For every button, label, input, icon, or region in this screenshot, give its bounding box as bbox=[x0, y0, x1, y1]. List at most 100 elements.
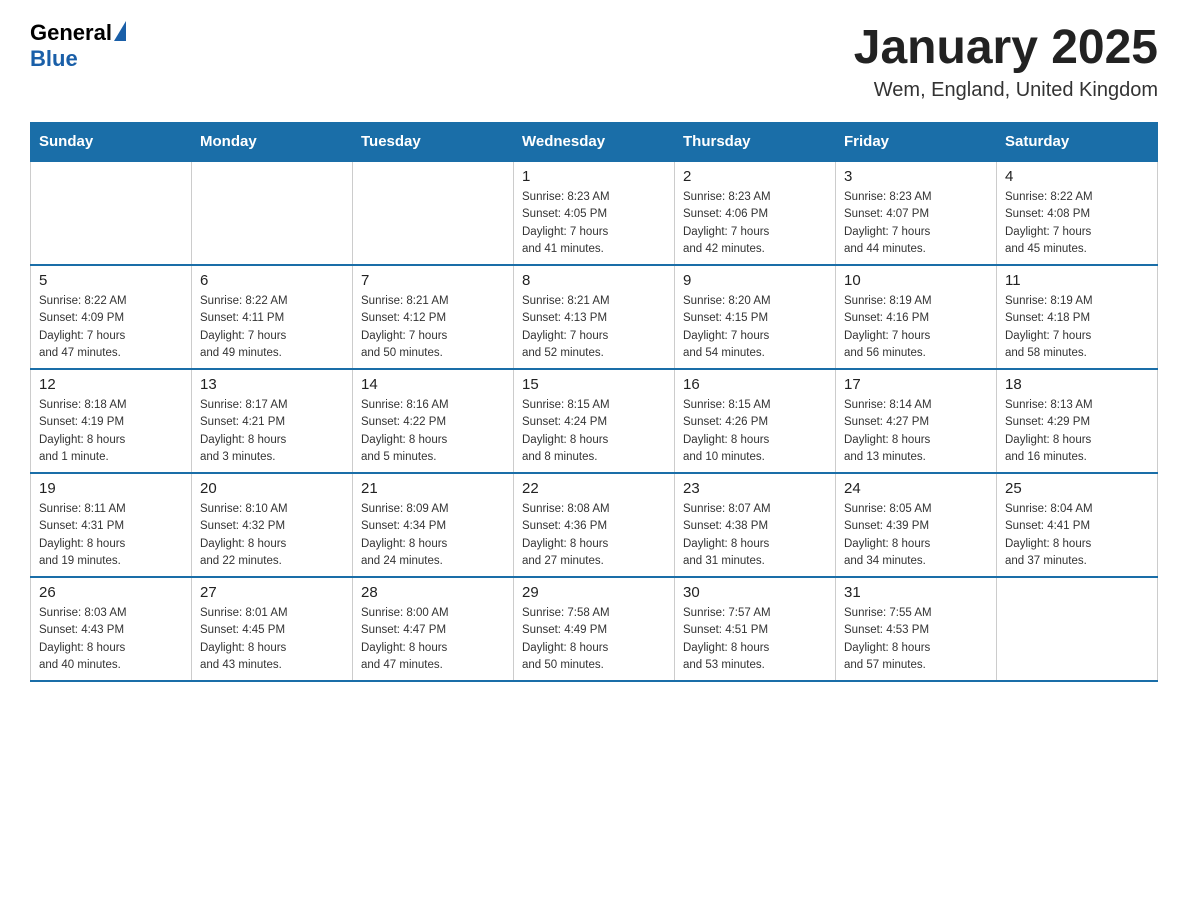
calendar-day-cell: 21 Sunrise: 8:09 AMSunset: 4:34 PMDayligh… bbox=[353, 473, 514, 577]
day-info: Sunrise: 8:22 AMSunset: 4:09 PMDaylight:… bbox=[39, 293, 183, 362]
day-number: 16 bbox=[683, 376, 827, 393]
day-info: Sunrise: 8:19 AMSunset: 4:18 PMDaylight:… bbox=[1005, 293, 1149, 362]
calendar-day-cell bbox=[353, 161, 514, 265]
day-number: 9 bbox=[683, 272, 827, 289]
calendar-day-cell: 8 Sunrise: 8:21 AMSunset: 4:13 PMDaylight… bbox=[514, 265, 675, 369]
day-number: 30 bbox=[683, 584, 827, 601]
day-number: 8 bbox=[522, 272, 666, 289]
day-info: Sunrise: 8:16 AMSunset: 4:22 PMDaylight:… bbox=[361, 397, 505, 466]
day-info: Sunrise: 8:23 AMSunset: 4:07 PMDaylight:… bbox=[844, 189, 988, 258]
month-title: January 2025 bbox=[854, 20, 1158, 75]
day-number: 26 bbox=[39, 584, 183, 601]
day-info: Sunrise: 8:14 AMSunset: 4:27 PMDaylight:… bbox=[844, 397, 988, 466]
logo-triangle-icon bbox=[114, 21, 126, 41]
day-of-week-header: Monday bbox=[192, 123, 353, 162]
page-header: General Blue January 2025 Wem, England, … bbox=[30, 20, 1158, 102]
calendar-table: SundayMondayTuesdayWednesdayThursdayFrid… bbox=[30, 122, 1158, 682]
calendar-day-cell: 1 Sunrise: 8:23 AMSunset: 4:05 PMDaylight… bbox=[514, 161, 675, 265]
day-info: Sunrise: 7:57 AMSunset: 4:51 PMDaylight:… bbox=[683, 605, 827, 674]
calendar-day-cell bbox=[192, 161, 353, 265]
day-number: 31 bbox=[844, 584, 988, 601]
day-number: 27 bbox=[200, 584, 344, 601]
day-number: 6 bbox=[200, 272, 344, 289]
day-info: Sunrise: 8:08 AMSunset: 4:36 PMDaylight:… bbox=[522, 501, 666, 570]
day-info: Sunrise: 8:15 AMSunset: 4:26 PMDaylight:… bbox=[683, 397, 827, 466]
day-info: Sunrise: 8:01 AMSunset: 4:45 PMDaylight:… bbox=[200, 605, 344, 674]
calendar-week-row: 26 Sunrise: 8:03 AMSunset: 4:43 PMDayligh… bbox=[31, 577, 1158, 681]
day-number: 24 bbox=[844, 480, 988, 497]
calendar-day-cell: 28 Sunrise: 8:00 AMSunset: 4:47 PMDayligh… bbox=[353, 577, 514, 681]
calendar-day-cell: 25 Sunrise: 8:04 AMSunset: 4:41 PMDayligh… bbox=[997, 473, 1158, 577]
day-info: Sunrise: 8:22 AMSunset: 4:11 PMDaylight:… bbox=[200, 293, 344, 362]
day-info: Sunrise: 8:19 AMSunset: 4:16 PMDaylight:… bbox=[844, 293, 988, 362]
day-number: 19 bbox=[39, 480, 183, 497]
day-number: 21 bbox=[361, 480, 505, 497]
day-info: Sunrise: 8:03 AMSunset: 4:43 PMDaylight:… bbox=[39, 605, 183, 674]
day-info: Sunrise: 8:17 AMSunset: 4:21 PMDaylight:… bbox=[200, 397, 344, 466]
day-info: Sunrise: 8:13 AMSunset: 4:29 PMDaylight:… bbox=[1005, 397, 1149, 466]
day-info: Sunrise: 8:21 AMSunset: 4:12 PMDaylight:… bbox=[361, 293, 505, 362]
day-info: Sunrise: 7:58 AMSunset: 4:49 PMDaylight:… bbox=[522, 605, 666, 674]
day-info: Sunrise: 8:11 AMSunset: 4:31 PMDaylight:… bbox=[39, 501, 183, 570]
day-number: 7 bbox=[361, 272, 505, 289]
title-section: January 2025 Wem, England, United Kingdo… bbox=[854, 20, 1158, 102]
calendar-week-row: 5 Sunrise: 8:22 AMSunset: 4:09 PMDaylight… bbox=[31, 265, 1158, 369]
day-of-week-header: Sunday bbox=[31, 123, 192, 162]
calendar-day-cell: 30 Sunrise: 7:57 AMSunset: 4:51 PMDayligh… bbox=[675, 577, 836, 681]
day-number: 1 bbox=[522, 168, 666, 185]
calendar-day-cell: 10 Sunrise: 8:19 AMSunset: 4:16 PMDayligh… bbox=[836, 265, 997, 369]
calendar-week-row: 12 Sunrise: 8:18 AMSunset: 4:19 PMDayligh… bbox=[31, 369, 1158, 473]
calendar-day-cell: 27 Sunrise: 8:01 AMSunset: 4:45 PMDayligh… bbox=[192, 577, 353, 681]
logo-general-text: General bbox=[30, 20, 112, 46]
day-info: Sunrise: 8:09 AMSunset: 4:34 PMDaylight:… bbox=[361, 501, 505, 570]
day-number: 18 bbox=[1005, 376, 1149, 393]
calendar-day-cell: 23 Sunrise: 8:07 AMSunset: 4:38 PMDayligh… bbox=[675, 473, 836, 577]
calendar-day-cell: 16 Sunrise: 8:15 AMSunset: 4:26 PMDayligh… bbox=[675, 369, 836, 473]
day-of-week-header: Saturday bbox=[997, 123, 1158, 162]
day-info: Sunrise: 8:22 AMSunset: 4:08 PMDaylight:… bbox=[1005, 189, 1149, 258]
day-number: 25 bbox=[1005, 480, 1149, 497]
day-number: 4 bbox=[1005, 168, 1149, 185]
day-number: 14 bbox=[361, 376, 505, 393]
day-info: Sunrise: 8:07 AMSunset: 4:38 PMDaylight:… bbox=[683, 501, 827, 570]
day-info: Sunrise: 8:15 AMSunset: 4:24 PMDaylight:… bbox=[522, 397, 666, 466]
day-number: 13 bbox=[200, 376, 344, 393]
day-number: 17 bbox=[844, 376, 988, 393]
day-number: 29 bbox=[522, 584, 666, 601]
day-of-week-header: Thursday bbox=[675, 123, 836, 162]
calendar-day-cell: 29 Sunrise: 7:58 AMSunset: 4:49 PMDayligh… bbox=[514, 577, 675, 681]
calendar-day-cell: 15 Sunrise: 8:15 AMSunset: 4:24 PMDayligh… bbox=[514, 369, 675, 473]
calendar-day-cell: 18 Sunrise: 8:13 AMSunset: 4:29 PMDayligh… bbox=[997, 369, 1158, 473]
calendar-week-row: 1 Sunrise: 8:23 AMSunset: 4:05 PMDaylight… bbox=[31, 161, 1158, 265]
day-number: 11 bbox=[1005, 272, 1149, 289]
calendar-header-row: SundayMondayTuesdayWednesdayThursdayFrid… bbox=[31, 123, 1158, 162]
day-of-week-header: Tuesday bbox=[353, 123, 514, 162]
calendar-day-cell: 24Sunrise: 8:05 AMSunset: 4:39 PMDayligh… bbox=[836, 473, 997, 577]
calendar-day-cell bbox=[31, 161, 192, 265]
calendar-day-cell: 13 Sunrise: 8:17 AMSunset: 4:21 PMDayligh… bbox=[192, 369, 353, 473]
calendar-day-cell: 31Sunrise: 7:55 AMSunset: 4:53 PMDayligh… bbox=[836, 577, 997, 681]
day-of-week-header: Wednesday bbox=[514, 123, 675, 162]
day-number: 12 bbox=[39, 376, 183, 393]
day-number: 10 bbox=[844, 272, 988, 289]
calendar-day-cell: 11 Sunrise: 8:19 AMSunset: 4:18 PMDayligh… bbox=[997, 265, 1158, 369]
calendar-day-cell: 4 Sunrise: 8:22 AMSunset: 4:08 PMDaylight… bbox=[997, 161, 1158, 265]
day-number: 20 bbox=[200, 480, 344, 497]
day-number: 15 bbox=[522, 376, 666, 393]
day-info: Sunrise: 8:18 AMSunset: 4:19 PMDaylight:… bbox=[39, 397, 183, 466]
calendar-week-row: 19 Sunrise: 8:11 AMSunset: 4:31 PMDayligh… bbox=[31, 473, 1158, 577]
day-number: 28 bbox=[361, 584, 505, 601]
day-info: Sunrise: 8:20 AMSunset: 4:15 PMDaylight:… bbox=[683, 293, 827, 362]
day-info: Sunrise: 8:21 AMSunset: 4:13 PMDaylight:… bbox=[522, 293, 666, 362]
day-info: Sunrise: 8:23 AMSunset: 4:05 PMDaylight:… bbox=[522, 189, 666, 258]
calendar-day-cell: 5 Sunrise: 8:22 AMSunset: 4:09 PMDaylight… bbox=[31, 265, 192, 369]
calendar-day-cell: 14 Sunrise: 8:16 AMSunset: 4:22 PMDayligh… bbox=[353, 369, 514, 473]
day-number: 23 bbox=[683, 480, 827, 497]
calendar-day-cell: 2Sunrise: 8:23 AMSunset: 4:06 PMDaylight… bbox=[675, 161, 836, 265]
day-info: Sunrise: 8:00 AMSunset: 4:47 PMDaylight:… bbox=[361, 605, 505, 674]
day-info: Sunrise: 8:04 AMSunset: 4:41 PMDaylight:… bbox=[1005, 501, 1149, 570]
logo: General Blue bbox=[30, 20, 126, 72]
day-number: 5 bbox=[39, 272, 183, 289]
calendar-day-cell: 20Sunrise: 8:10 AMSunset: 4:32 PMDayligh… bbox=[192, 473, 353, 577]
calendar-day-cell: 3Sunrise: 8:23 AMSunset: 4:07 PMDaylight… bbox=[836, 161, 997, 265]
